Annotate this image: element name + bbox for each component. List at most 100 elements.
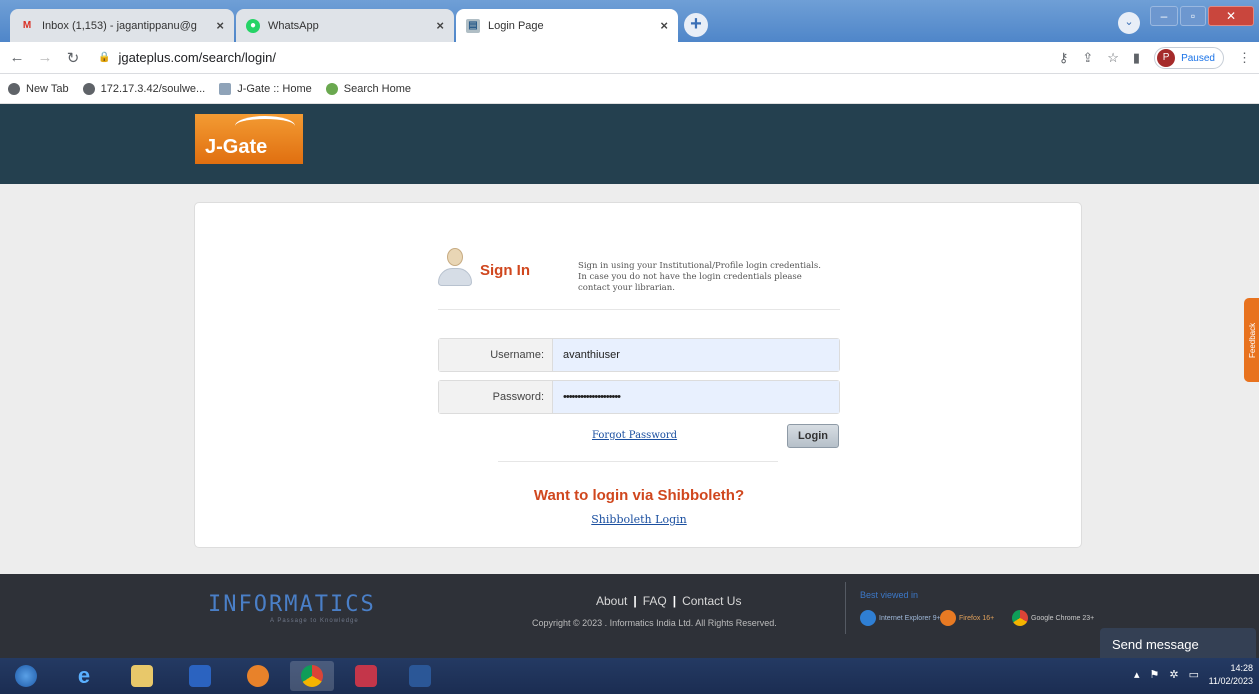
profile-button[interactable]: P Paused (1154, 47, 1224, 69)
tab-gmail[interactable]: M Inbox (1,153) - jagantippanu@g × (10, 9, 234, 42)
tab-login-page[interactable]: ▤ Login Page × (456, 9, 678, 42)
tab-search-chevron-icon[interactable]: ⌄ (1118, 12, 1140, 34)
divider (498, 461, 778, 462)
shibboleth-login-link[interactable]: Shibboleth Login (438, 513, 840, 526)
separator: | (672, 594, 677, 608)
about-link[interactable]: About (596, 594, 627, 608)
gmail-icon: M (22, 20, 32, 31)
firefox-badge: Firefox 16+ (940, 610, 994, 626)
close-icon[interactable]: × (216, 18, 224, 33)
close-window-button[interactable]: ✕ (1208, 6, 1254, 26)
open-book-icon (235, 116, 295, 136)
word-icon (409, 665, 431, 687)
star-icon[interactable]: ☆ (1107, 50, 1119, 66)
url-text: jgateplus.com/search/login/ (118, 50, 276, 65)
whatsapp-icon: ● (246, 18, 260, 33)
username-row: Username: (438, 338, 840, 372)
close-icon[interactable]: × (660, 18, 668, 33)
taskbar-media[interactable] (178, 661, 222, 691)
globe-icon (8, 82, 20, 95)
copyright-text: Copyright © 2023 . Informatics India Ltd… (532, 618, 777, 628)
search-leaf-icon (325, 82, 338, 95)
share-icon[interactable]: ⇪ (1082, 50, 1093, 66)
forward-icon[interactable]: → (34, 49, 56, 66)
tab-whatsapp[interactable]: ● WhatsApp × (236, 9, 454, 42)
taskbar-chrome[interactable] (290, 661, 334, 691)
chrome-icon (1012, 610, 1028, 626)
bookmark-soulweb[interactable]: 172.17.3.42/soulwe... (82, 82, 206, 95)
browser-label: Firefox 16+ (959, 614, 995, 622)
clock-time: 14:28 (1230, 663, 1253, 673)
key-icon[interactable]: ⚷ (1059, 50, 1069, 66)
tab-title: WhatsApp (268, 19, 319, 32)
bookmark-jgate-home[interactable]: J-Gate :: Home (219, 82, 312, 95)
flag-icon[interactable]: ⚑ (1150, 668, 1160, 681)
bookmark-label: Search Home (343, 82, 412, 95)
site-footer: INFORMATICS A Passage to Knowledge About… (0, 574, 1259, 658)
volume-icon[interactable]: ▭ (1189, 668, 1199, 681)
taskbar-firefox[interactable] (236, 661, 280, 691)
windows-start-icon (15, 665, 37, 687)
taskbar-explorer[interactable] (120, 661, 164, 691)
browser-label: Internet Explorer 9+ (879, 614, 941, 622)
feedback-tab[interactable]: Feedback (1244, 298, 1259, 382)
maximize-button[interactable]: ▫ (1180, 6, 1206, 26)
best-viewed-label: Best viewed in (860, 590, 919, 600)
user-icon (438, 246, 474, 290)
bookmark-search-home[interactable]: Search Home (325, 82, 412, 95)
password-label: Password: (439, 381, 553, 413)
tray-expand-icon[interactable]: ▴ (1134, 668, 1140, 681)
taskbar-app[interactable] (344, 661, 388, 691)
tab-title: Inbox (1,153) - jagantippanu@g (42, 19, 197, 32)
password-field[interactable] (553, 381, 839, 413)
signin-title: Sign In (480, 262, 530, 279)
network-icon[interactable]: ✲ (1169, 668, 1178, 681)
forgot-password-link[interactable]: Forgot Password (592, 430, 677, 441)
browser-label: Google Chrome 23+ (1031, 614, 1095, 622)
bookmark-new-tab[interactable]: New Tab (8, 82, 69, 95)
kebab-menu-icon[interactable]: ⋮ (1238, 50, 1251, 66)
lock-icon: 🔒 (98, 52, 111, 63)
side-panel-icon[interactable]: ▮ (1133, 50, 1140, 66)
minimize-button[interactable]: – (1150, 6, 1178, 26)
faq-link[interactable]: FAQ (643, 594, 667, 608)
signin-header: Sign In Sign in using your Institutional… (438, 246, 840, 310)
username-label: Username: (439, 339, 553, 371)
bookmark-label: 172.17.3.42/soulwe... (100, 82, 206, 95)
address-bar[interactable]: 🔒 jgateplus.com/search/login/ (98, 50, 276, 65)
reload-icon[interactable]: ↻ (62, 49, 84, 67)
separator: | (633, 594, 637, 608)
clock-date: 11/02/2023 (1208, 676, 1253, 686)
snowflake-app-icon (355, 665, 377, 687)
tab-title: Login Page (488, 19, 544, 32)
password-row: Password: (438, 380, 840, 414)
informatics-tagline: A Passage to Knowledge (270, 618, 359, 624)
firefox-icon (247, 665, 269, 687)
jgate-logo[interactable]: J-Gate (195, 114, 303, 164)
system-tray: ▴ ⚑ ✲ ▭ (1134, 668, 1199, 681)
feedback-label: Feedback (1248, 322, 1257, 358)
ie-badge: Internet Explorer 9+ (860, 610, 941, 626)
start-button[interactable] (4, 661, 48, 691)
footer-links: About | FAQ | Contact Us (596, 594, 741, 608)
bookmarks-bar: New Tab 172.17.3.42/soulwe... J-Gate :: … (0, 74, 1259, 104)
send-message-chat-button[interactable]: Send message (1100, 628, 1256, 662)
new-tab-button[interactable]: + (684, 13, 708, 37)
internet-explorer-icon (860, 610, 876, 626)
internet-explorer-icon: e (77, 663, 91, 688)
browser-toolbar: ← → ↻ 🔒 jgateplus.com/search/login/ ⚷ ⇪ … (0, 42, 1259, 74)
contact-us-link[interactable]: Contact Us (682, 594, 741, 608)
login-button[interactable]: Login (787, 424, 839, 448)
back-icon[interactable]: ← (6, 49, 28, 66)
taskbar-ie[interactable]: e (62, 661, 106, 691)
username-field[interactable] (553, 339, 839, 371)
browser-tab-strip: M Inbox (1,153) - jagantippanu@g × ● Wha… (0, 0, 1259, 42)
jgate-favicon (219, 82, 232, 95)
os-taskbar: e ▴ ⚑ ✲ ▭ 14:28 11/02/2023 (0, 658, 1259, 694)
folder-icon (131, 665, 153, 687)
bookmark-label: New Tab (26, 82, 69, 95)
close-icon[interactable]: × (436, 18, 444, 33)
informatics-logo: INFORMATICS (208, 592, 376, 617)
taskbar-word[interactable] (398, 661, 442, 691)
system-clock[interactable]: 14:28 11/02/2023 (1209, 662, 1253, 688)
